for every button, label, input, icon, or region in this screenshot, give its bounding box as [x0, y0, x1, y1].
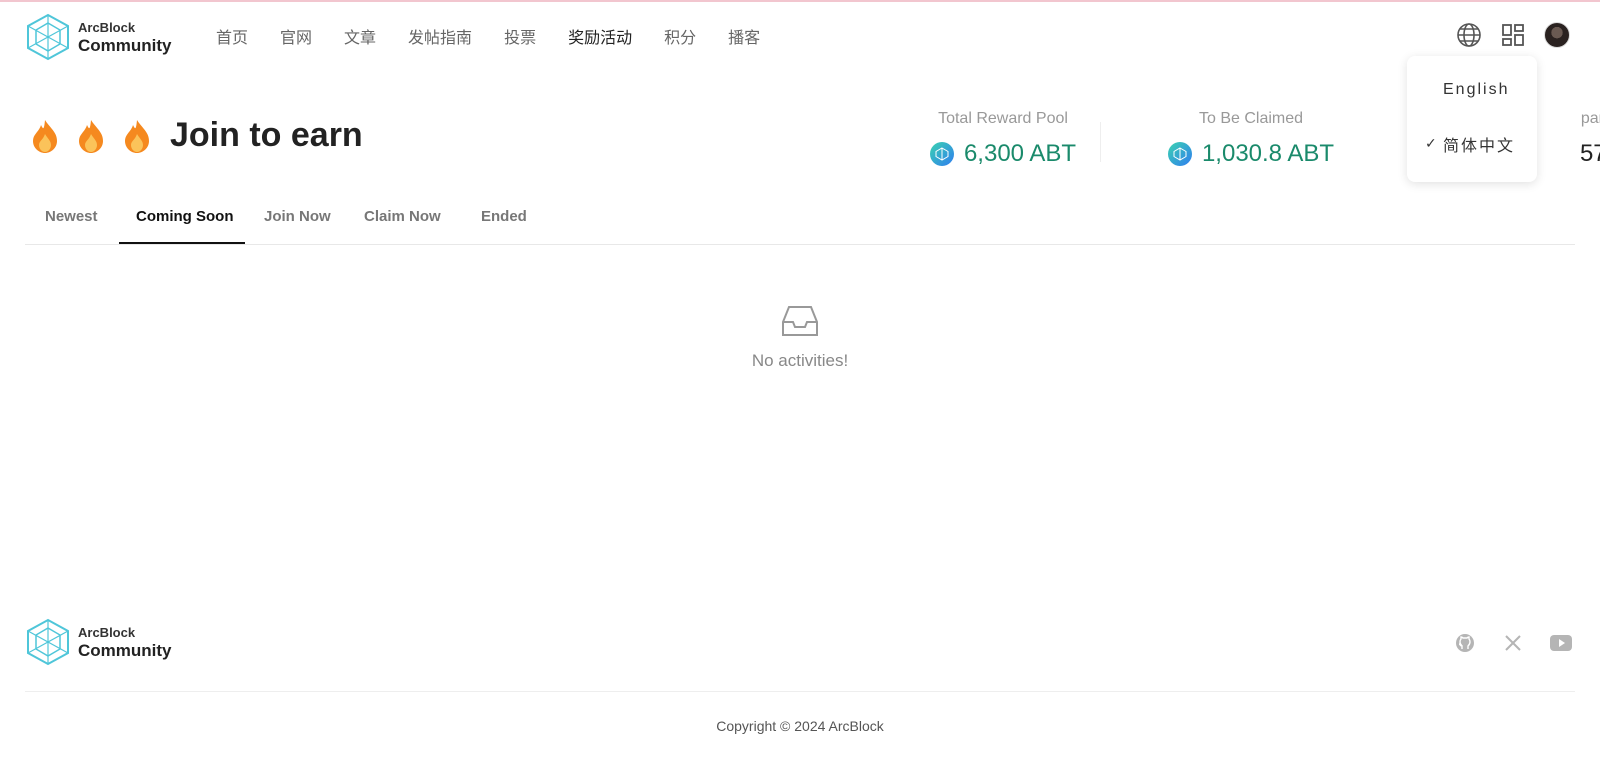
- stat-label: Total Reward Pool: [938, 110, 1068, 127]
- abt-token-icon: [1167, 142, 1192, 166]
- empty-state: No activities!: [0, 304, 1600, 371]
- social-links: [1454, 632, 1572, 654]
- brand-top: ArcBlock: [78, 19, 136, 35]
- tab-claim-now[interactable]: Claim Now: [364, 208, 441, 225]
- active-tab-indicator: [119, 242, 245, 244]
- check-icon: ✓: [1425, 136, 1439, 152]
- language-label: English: [1443, 81, 1510, 98]
- language-menu: English ✓ 简体中文: [1407, 56, 1537, 182]
- globe-icon[interactable]: [1456, 22, 1482, 48]
- stat-to-be-claimed: To Be Claimed 1,030.8 ABT: [1136, 110, 1366, 168]
- stat-total-reward-pool: Total Reward Pool 6,300 ABT: [888, 110, 1118, 168]
- tab-coming-soon[interactable]: Coming Soon: [136, 208, 234, 225]
- brand-bottom: Community: [78, 35, 172, 55]
- nav-item-vote[interactable]: 投票: [504, 24, 536, 48]
- tab-ended[interactable]: Ended: [481, 208, 527, 225]
- inbox-icon: [782, 306, 818, 336]
- apps-grid-icon[interactable]: [1500, 22, 1526, 48]
- language-label: 简体中文: [1443, 136, 1516, 155]
- tab-newest[interactable]: Newest: [45, 208, 98, 225]
- x-icon[interactable]: [1502, 632, 1524, 654]
- nav-item-podcast[interactable]: 播客: [728, 24, 760, 48]
- language-option-chinese[interactable]: ✓ 简体中文: [1407, 124, 1537, 164]
- stat-value-row: 1,030.8 ABT: [1136, 140, 1366, 168]
- flame-icon: [125, 119, 149, 153]
- avatar[interactable]: [1544, 22, 1570, 48]
- brand-bottom: Community: [78, 640, 172, 660]
- nav-item-articles[interactable]: 文章: [344, 24, 376, 48]
- language-option-english[interactable]: English: [1407, 70, 1537, 110]
- brand-logo[interactable]: ArcBlock Community: [26, 13, 172, 61]
- empty-state-text: No activities!: [751, 351, 849, 370]
- stat-value: 1,030.8 ABT: [1201, 140, 1335, 167]
- header: ArcBlock Community 首页 官网 文章 发帖指南 投票 奖励活动…: [0, 2, 1600, 70]
- activity-tabs: Newest Coming Soon Join Now Claim Now En…: [25, 196, 1575, 245]
- header-actions: [1456, 22, 1570, 48]
- nav-item-points[interactable]: 积分: [664, 24, 696, 48]
- flame-icon: [79, 119, 103, 153]
- nav-item-website[interactable]: 官网: [280, 24, 312, 48]
- main-nav: 首页 官网 文章 发帖指南 投票 奖励活动 积分 播客: [216, 24, 792, 48]
- footer-brand-logo[interactable]: ArcBlock Community: [26, 618, 172, 666]
- page-title: Join to earn: [170, 116, 363, 154]
- youtube-icon[interactable]: [1550, 632, 1572, 654]
- stat-value: 6,300 ABT: [963, 140, 1077, 167]
- tab-join-now[interactable]: Join Now: [264, 208, 331, 225]
- brand-top: ArcBlock: [78, 624, 136, 640]
- nav-item-posting-guide[interactable]: 发帖指南: [408, 24, 472, 48]
- copyright: Copyright © 2024 ArcBlock: [716, 718, 884, 734]
- stat-label: To Be Claimed: [1198, 110, 1304, 127]
- abt-token-icon: [929, 142, 954, 166]
- stat-value-row: 6,300 ABT: [888, 140, 1118, 168]
- arcblock-logo-icon: [27, 618, 69, 666]
- footer-divider: [25, 691, 1575, 692]
- nav-item-home[interactable]: 首页: [216, 24, 248, 48]
- stat-divider: [1100, 122, 1101, 162]
- arcblock-logo-icon: [27, 13, 69, 61]
- hero: Join to earn: [30, 116, 363, 155]
- github-icon[interactable]: [1454, 632, 1476, 654]
- flame-icon: [33, 119, 57, 153]
- nav-item-rewards[interactable]: 奖励活动: [568, 24, 632, 48]
